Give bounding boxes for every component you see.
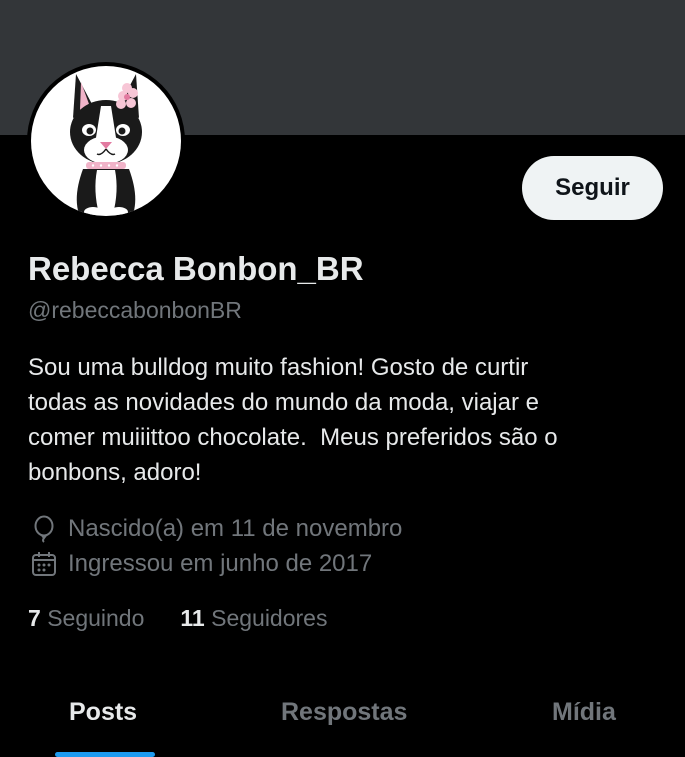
calendar-icon xyxy=(28,548,59,579)
tab-media-label: Mídia xyxy=(552,698,616,726)
bulldog-illustration xyxy=(70,74,142,216)
tab-posts[interactable]: Posts xyxy=(0,680,210,757)
tab-replies-label: Respostas xyxy=(281,698,408,726)
avatar[interactable] xyxy=(27,62,185,220)
birthdate-text: Nascido(a) em 11 de novembro xyxy=(68,514,403,542)
tab-media[interactable]: Mídia xyxy=(485,680,685,757)
avatar-image xyxy=(31,66,181,216)
balloon-icon xyxy=(28,513,59,544)
following-label: Seguindo xyxy=(47,605,145,631)
birthdate-row: Nascido(a) em 11 de novembro xyxy=(28,513,402,544)
profile-bio: Sou uma bulldog muito fashion! Gosto de … xyxy=(28,354,558,486)
tab-posts-label: Posts xyxy=(69,698,138,726)
joined-date-text: Ingressou em junho de 2017 xyxy=(68,549,373,577)
followers-link[interactable]: 11 Seguidores xyxy=(180,605,327,632)
joined-date-row: Ingressou em junho de 2017 xyxy=(28,548,372,579)
following-link[interactable]: 7 Seguindo xyxy=(28,605,144,632)
profile-handle: @rebeccabonbonBR xyxy=(28,297,242,323)
follow-stats: 7 Seguindo 11 Seguidores xyxy=(28,605,327,632)
followers-label: Seguidores xyxy=(211,605,328,631)
profile-tabs: Posts Respostas Mídia xyxy=(0,680,685,757)
followers-count: 11 xyxy=(180,605,205,631)
active-tab-indicator xyxy=(55,752,155,757)
display-name: Rebecca Bonbon_BR xyxy=(28,250,364,287)
tab-replies[interactable]: Respostas xyxy=(210,680,485,757)
follow-button[interactable]: Seguir xyxy=(522,156,663,220)
following-count: 7 xyxy=(28,605,41,631)
